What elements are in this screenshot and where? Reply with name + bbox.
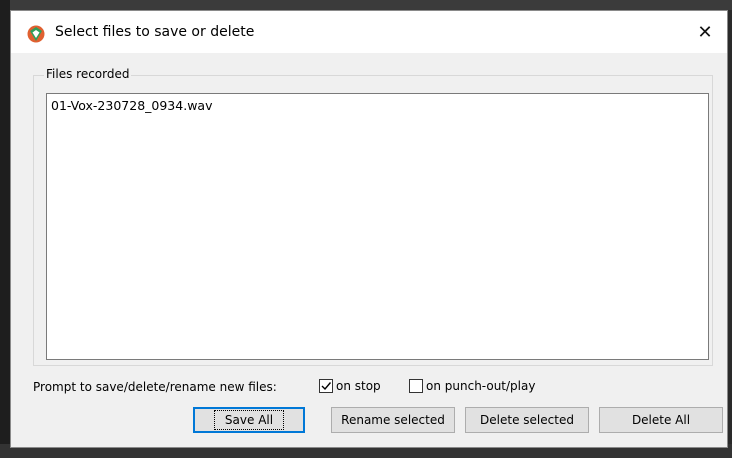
list-item[interactable]: 01-Vox-230728_0934.wav xyxy=(51,98,212,113)
checkmark-icon xyxy=(321,382,332,391)
dialog-title: Select files to save or delete xyxy=(55,24,255,40)
save-all-label: Save All xyxy=(213,410,285,430)
files-recorded-group: Files recorded 01-Vox-230728_0934.wav xyxy=(33,67,713,366)
checkbox-box[interactable] xyxy=(409,379,423,393)
title-bar: Select files to save or delete ✕ xyxy=(11,11,727,53)
close-button[interactable]: ✕ xyxy=(683,11,727,53)
background-left xyxy=(0,0,10,458)
files-recorded-label: Files recorded xyxy=(44,67,132,81)
prompt-label: Prompt to save/delete/rename new files: xyxy=(33,380,277,394)
on-stop-checkbox[interactable]: on stop xyxy=(319,379,381,393)
delete-selected-button[interactable]: Delete selected xyxy=(465,407,589,433)
delete-all-button[interactable]: Delete All xyxy=(599,407,723,433)
save-delete-dialog: Select files to save or delete ✕ Files r… xyxy=(10,10,728,448)
save-all-button[interactable]: Save All xyxy=(193,407,305,433)
reaper-logo-icon xyxy=(27,25,45,43)
on-stop-label: on stop xyxy=(336,379,381,393)
on-punch-out-checkbox[interactable]: on punch-out/play xyxy=(409,379,535,393)
background-strip-top xyxy=(0,0,732,10)
rename-selected-button[interactable]: Rename selected xyxy=(331,407,455,433)
checkbox-box[interactable] xyxy=(319,379,333,393)
close-icon: ✕ xyxy=(697,21,713,43)
files-listbox[interactable]: 01-Vox-230728_0934.wav xyxy=(46,93,709,360)
on-punch-out-label: on punch-out/play xyxy=(426,379,536,393)
